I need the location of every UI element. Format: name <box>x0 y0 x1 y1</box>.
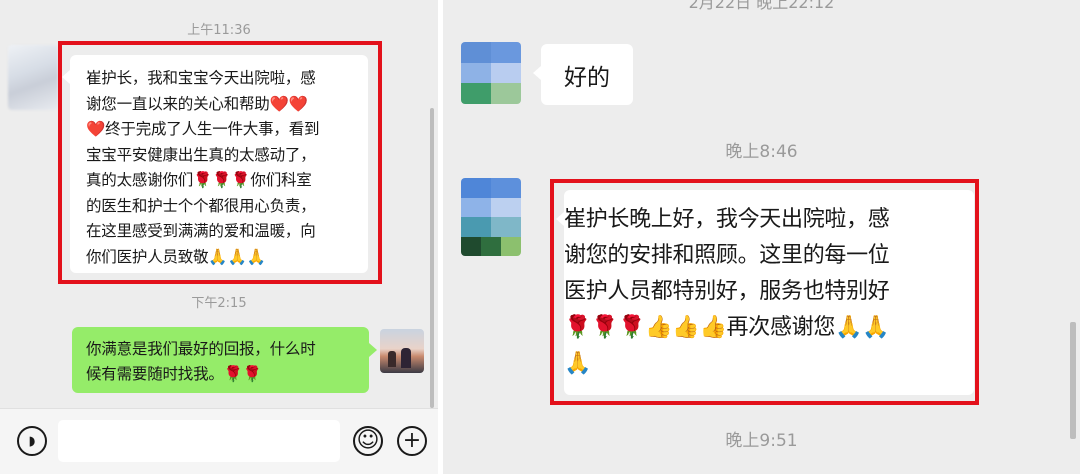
plus-icon[interactable]: + <box>397 426 427 456</box>
timestamp-partial: 2月22日 晚上22:12 <box>688 0 835 12</box>
contact-avatar[interactable] <box>461 178 521 256</box>
mosaic-avatar-icon <box>461 178 521 256</box>
contact-avatar[interactable] <box>8 45 58 110</box>
own-avatar[interactable] <box>380 329 424 373</box>
highlight-box <box>58 41 382 284</box>
highlight-box <box>550 179 979 405</box>
reply-message-text: 好的 <box>564 64 610 91</box>
timestamp: 上午11:36 <box>187 23 251 38</box>
reply-message-bubble[interactable]: 好的 <box>541 44 633 105</box>
sent-message-text: 你满意是我们最好的回报，什么时 候有需要随时找我。🌹🌹 <box>86 340 316 383</box>
timestamp: 下午2:15 <box>191 296 247 311</box>
contact-avatar[interactable] <box>461 42 521 104</box>
right-chat-panel: 2月22日 晚上22:12 好的 晚上8:46 崔护长晚上好，我今天出院啦，感 … <box>443 0 1080 474</box>
left-chat-panel: 上午11:36 崔护长，我和宝宝今天出院啦，感 谢您一直以来的关心和帮助❤️❤️… <box>0 0 438 474</box>
voice-icon[interactable]: ◗ <box>17 426 47 456</box>
mosaic-avatar-icon <box>461 42 521 104</box>
timestamp: 晚上8:46 <box>725 142 798 162</box>
scrollbar[interactable] <box>430 108 434 408</box>
input-bar: ◗ ☺ + <box>0 408 438 474</box>
scrollbar[interactable] <box>1070 322 1076 439</box>
timestamp: 晚上9:51 <box>725 431 798 451</box>
message-input[interactable] <box>58 420 340 462</box>
sent-message-bubble[interactable]: 你满意是我们最好的回报，什么时 候有需要随时找我。🌹🌹 <box>72 327 369 393</box>
emoji-icon[interactable]: ☺ <box>353 426 383 456</box>
